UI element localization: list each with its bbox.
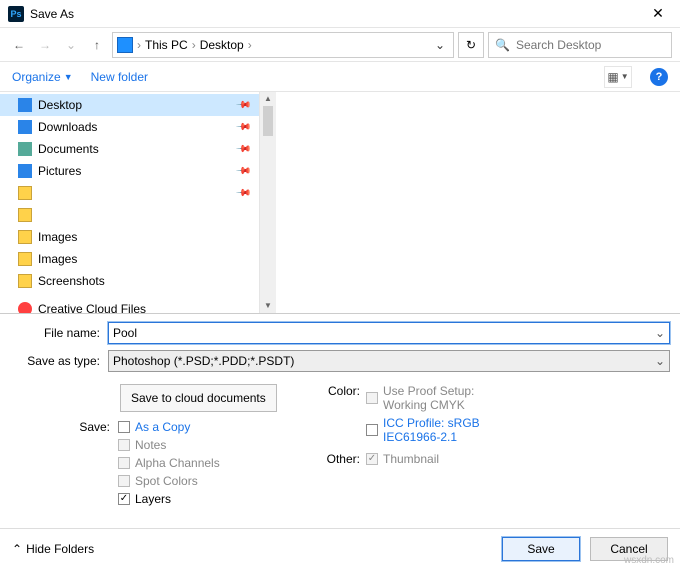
search-input[interactable]: [516, 38, 671, 52]
hide-folders-toggle[interactable]: ⌃Hide Folders: [12, 542, 94, 556]
proof-setup-checkbox: Use Proof Setup:Working CMYK: [366, 384, 480, 412]
pin-icon: 📌: [234, 141, 251, 158]
tree-item[interactable]: Images: [0, 248, 259, 270]
other-label: Other:: [320, 452, 360, 470]
photoshop-app-icon: Ps: [8, 6, 24, 22]
footer: ⌃Hide Folders Save Cancel: [0, 528, 680, 568]
thumbnail-checkbox: ✓Thumbnail: [366, 452, 439, 466]
spot-colors-checkbox: Spot Colors: [118, 474, 220, 488]
scroll-up-arrow[interactable]: ▲: [264, 92, 272, 106]
folder-icon: [18, 186, 32, 200]
tree-item[interactable]: 📌: [0, 182, 259, 204]
save-options-label: Save:: [50, 420, 110, 510]
tree-item-label: Images: [38, 230, 77, 244]
filename-combo[interactable]: ⌄: [108, 322, 670, 344]
pin-icon: 📌: [234, 97, 251, 114]
chevron-right-icon: ›: [248, 38, 252, 52]
save-form: File name: ⌄ Save as type: Photoshop (*.…: [0, 314, 680, 514]
file-type-combo[interactable]: Photoshop (*.PSD;*.PDD;*.PSDT) ⌄: [108, 350, 670, 372]
file-type-value: Photoshop (*.PSD;*.PDD;*.PSDT): [113, 354, 651, 368]
up-button[interactable]: ↑: [86, 34, 108, 56]
tree-item-label: Downloads: [38, 120, 97, 134]
desktop-icon: [18, 98, 32, 112]
doc-icon: [18, 142, 32, 156]
chevron-right-icon: ›: [192, 38, 196, 52]
view-options-button[interactable]: ▦▼: [604, 66, 632, 88]
organize-menu[interactable]: Organize ▼: [12, 70, 73, 84]
filename-label: File name:: [10, 326, 108, 340]
view-icon: ▦: [607, 70, 618, 84]
filename-input[interactable]: [113, 326, 651, 340]
chevron-right-icon: ›: [137, 38, 141, 52]
chevron-down-icon[interactable]: ⌄: [651, 326, 665, 340]
folder-icon: [18, 252, 32, 266]
folder-icon: [18, 230, 32, 244]
body-split: Desktop 📌 Downloads 📌 Documents 📌 Pictures 📌 📌 Im…: [0, 92, 680, 314]
save-to-cloud-button[interactable]: Save to cloud documents: [120, 384, 277, 412]
save-button[interactable]: Save: [502, 537, 580, 561]
as-a-copy-checkbox[interactable]: As a Copy: [118, 420, 220, 434]
pin-icon: 📌: [234, 119, 251, 136]
breadcrumb-this-pc[interactable]: This PC: [145, 38, 188, 52]
tree-item[interactable]: Creative Cloud Files: [0, 298, 259, 313]
chevron-up-icon: ⌃: [12, 542, 22, 556]
tree-item[interactable]: Downloads 📌: [0, 116, 259, 138]
scroll-thumb[interactable]: [263, 106, 273, 136]
layers-checkbox[interactable]: ✓Layers: [118, 492, 220, 506]
toolbar: Organize ▼ New folder ▦▼ ?: [0, 62, 680, 92]
titlebar: Ps Save As ✕: [0, 0, 680, 28]
tree-item[interactable]: Pictures 📌: [0, 160, 259, 182]
search-icon: 🔍: [495, 38, 510, 52]
tree-item[interactable]: Desktop 📌: [0, 94, 259, 116]
pin-icon: 📌: [234, 163, 251, 180]
tree-item[interactable]: [0, 204, 259, 226]
down-icon: [18, 120, 32, 134]
type-label: Save as type:: [10, 354, 108, 368]
folder-icon: [18, 274, 32, 288]
recent-dropdown[interactable]: ⌄: [60, 34, 82, 56]
tree-item-label: Desktop: [38, 98, 82, 112]
window-title: Save As: [30, 7, 644, 21]
pic-icon: [18, 164, 32, 178]
pin-icon: 📌: [234, 185, 251, 202]
tree-item-label: Creative Cloud Files: [38, 302, 146, 313]
pc-icon: [117, 37, 133, 53]
tree-scrollbar[interactable]: ▲ ▼: [260, 92, 276, 313]
search-box[interactable]: 🔍: [488, 32, 672, 58]
tree-item-label: Images: [38, 252, 77, 266]
help-button[interactable]: ?: [650, 68, 668, 86]
breadcrumb-dropdown[interactable]: ⌄: [431, 38, 449, 52]
chevron-down-icon: ▼: [64, 72, 73, 82]
breadcrumb[interactable]: › This PC › Desktop › ⌄: [112, 32, 454, 58]
folder-tree[interactable]: Desktop 📌 Downloads 📌 Documents 📌 Pictures 📌 📌 Im…: [0, 92, 260, 313]
cancel-button[interactable]: Cancel: [590, 537, 668, 561]
new-folder-button[interactable]: New folder: [91, 70, 148, 84]
folder-icon: [18, 208, 32, 222]
tree-item[interactable]: Documents 📌: [0, 138, 259, 160]
tree-item-label: Documents: [38, 142, 99, 156]
color-label: Color:: [320, 384, 360, 448]
nav-row: ← → ⌄ ↑ › This PC › Desktop › ⌄ ↻ 🔍: [0, 28, 680, 62]
tree-item-label: Screenshots: [38, 274, 105, 288]
chevron-down-icon[interactable]: ⌄: [651, 354, 665, 368]
file-list-pane[interactable]: [276, 92, 680, 313]
chevron-down-icon: ▼: [621, 72, 629, 81]
alpha-channels-checkbox: Alpha Channels: [118, 456, 220, 470]
breadcrumb-desktop[interactable]: Desktop: [200, 38, 244, 52]
close-button[interactable]: ✕: [644, 5, 672, 22]
notes-checkbox: Notes: [118, 438, 220, 452]
back-button[interactable]: ←: [8, 34, 30, 56]
scroll-down-arrow[interactable]: ▼: [264, 299, 272, 313]
forward-button[interactable]: →: [34, 34, 56, 56]
tree-item[interactable]: Images: [0, 226, 259, 248]
tree-item-label: Pictures: [38, 164, 81, 178]
icc-profile-checkbox[interactable]: ICC Profile: sRGBIEC61966-2.1: [366, 416, 480, 444]
refresh-button[interactable]: ↻: [458, 32, 484, 58]
cc-icon: [18, 302, 32, 313]
tree-item[interactable]: Screenshots: [0, 270, 259, 292]
